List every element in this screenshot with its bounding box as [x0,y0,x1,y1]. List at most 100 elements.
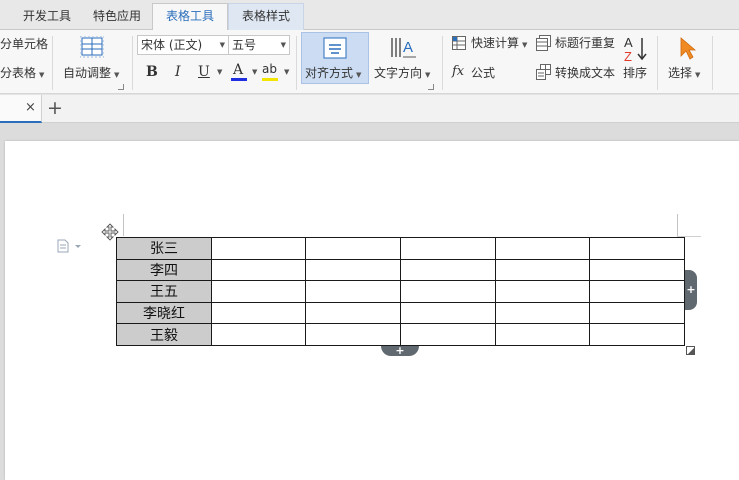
table-cell[interactable] [211,323,306,346]
chevron-down-icon: ▼ [356,71,362,79]
paragraph-layout-icon[interactable] [57,239,83,253]
formula-icon: fx [452,64,465,79]
name-cell[interactable]: 张三 [116,237,212,260]
tab-table-styles[interactable]: 表格样式 [228,3,304,30]
ribbon-toolbar: 分单元格 分表格 ▼ 自动调整 ▼ 宋体 (正文) ▼ 五号 ▼ B I U ▼ A ▼… [0,30,739,94]
name-cell[interactable]: 李晓红 [116,301,212,325]
table-cell[interactable] [495,258,590,282]
chevron-down-icon: ▼ [522,41,528,49]
chevron-down-icon[interactable]: ▼ [284,68,289,76]
sort-button[interactable]: 排序 [623,65,647,81]
name-cell[interactable]: 李四 [116,258,212,282]
chevron-down-icon[interactable]: ▼ [252,68,257,76]
font-color-icon: A [233,62,244,78]
text-direction-label: 文字方向 [374,66,423,80]
close-icon[interactable]: × [25,100,36,115]
table-cell[interactable] [589,280,685,303]
tab-table-tools[interactable]: 表格工具 [152,3,228,31]
highlight-button[interactable]: ab [260,61,282,83]
name-cell[interactable]: 王五 [116,280,212,303]
table-cell[interactable] [305,237,401,260]
chevron-down-icon: ▼ [39,71,45,79]
table-row: 李四 [116,258,685,282]
autofit-label: 自动调整 [63,66,112,80]
chevron-down-icon: ▼ [280,41,286,49]
table-cell[interactable] [589,301,685,325]
document-tab[interactable]: × [0,95,42,123]
font-size-select[interactable]: 五号 ▼ [228,35,290,55]
table-cell[interactable] [400,301,496,325]
table-cell[interactable] [400,323,496,346]
select-button[interactable]: 选择 ▼ [668,65,700,83]
split-table-button[interactable]: 分表格 ▼ [0,65,44,83]
table-cell[interactable] [400,280,496,303]
table-row: 李晓红 [116,301,685,325]
convert-to-text-icon [536,64,551,80]
font-color-button[interactable]: A [228,61,250,83]
table-cell[interactable] [589,258,685,282]
select-cursor-icon[interactable] [678,36,698,60]
document-tab-bar: × + [0,95,739,123]
italic-button[interactable]: I [175,63,181,81]
autofit-icon[interactable] [79,35,105,58]
margin-guide [123,214,124,236]
bold-button[interactable]: B [146,63,158,81]
table-calc-icon [452,36,466,50]
svg-text:Z: Z [624,49,632,62]
table-cell[interactable] [305,280,401,303]
table-cell[interactable] [211,237,306,260]
dialog-launcher-icon[interactable] [428,84,434,90]
font-size-value: 五号 [232,38,257,52]
new-tab-icon[interactable]: + [47,96,63,120]
table-cell[interactable] [589,237,685,260]
underline-button[interactable]: U [198,63,210,81]
convert-to-text-button[interactable]: 转换成文本 [555,65,615,81]
add-row-button[interactable]: + [381,345,419,356]
sort-icon[interactable]: A Z [622,34,650,64]
table-cell[interactable] [589,323,685,346]
font-name-value: 宋体 (正文) [141,38,203,52]
tab-special-apps[interactable]: 特色应用 [82,4,152,30]
table-cell[interactable] [400,258,496,282]
dialog-launcher-icon[interactable] [118,84,124,90]
chevron-down-icon: ▼ [219,41,225,49]
quick-calc-button[interactable]: 快速计算 ▼ [471,35,527,53]
table-cell[interactable] [305,301,401,325]
chevron-down-icon: ▼ [425,71,431,79]
split-table-label: 分表格 [0,66,37,80]
title-row-repeat-icon [536,35,551,51]
formula-button[interactable]: 公式 [471,65,495,81]
table-row: 王五 [116,280,685,303]
text-direction-button[interactable]: 文字方向 ▼ [374,65,430,83]
font-name-select[interactable]: 宋体 (正文) ▼ [137,35,229,55]
svg-text:A: A [624,35,633,50]
table-cell[interactable] [400,237,496,260]
tab-developer-tools[interactable]: 开发工具 [12,4,82,30]
table-cell[interactable] [495,280,590,303]
align-label: 对齐方式 [305,66,354,80]
table-cell[interactable] [305,258,401,282]
font-color-bar [231,78,247,81]
table-cell[interactable] [211,301,306,325]
add-column-button[interactable]: + [685,270,697,310]
select-label: 选择 [668,66,693,80]
table-resize-handle-icon[interactable] [686,346,695,355]
table-cell[interactable] [211,280,306,303]
align-icon [323,37,347,59]
name-cell[interactable]: 王毅 [116,323,212,346]
text-direction-icon[interactable]: A [389,35,417,61]
align-button[interactable]: 对齐方式 ▼ [305,65,361,83]
split-cells-button[interactable]: 分单元格 [0,36,48,52]
table-cell[interactable] [211,258,306,282]
chevron-down-icon[interactable]: ▼ [217,68,222,76]
table-cell[interactable] [305,323,401,346]
table-cell[interactable] [495,323,590,346]
chevron-down-icon: ▼ [695,71,701,79]
autofit-button[interactable]: 自动调整 ▼ [63,65,119,83]
title-row-repeat-button[interactable]: 标题行重复 [555,35,615,51]
table-cell[interactable] [495,301,590,325]
margin-guide [677,214,678,236]
quick-calc-label: 快速计算 [471,36,520,50]
table-row: 王毅 [116,323,685,346]
table-cell[interactable] [495,237,590,260]
